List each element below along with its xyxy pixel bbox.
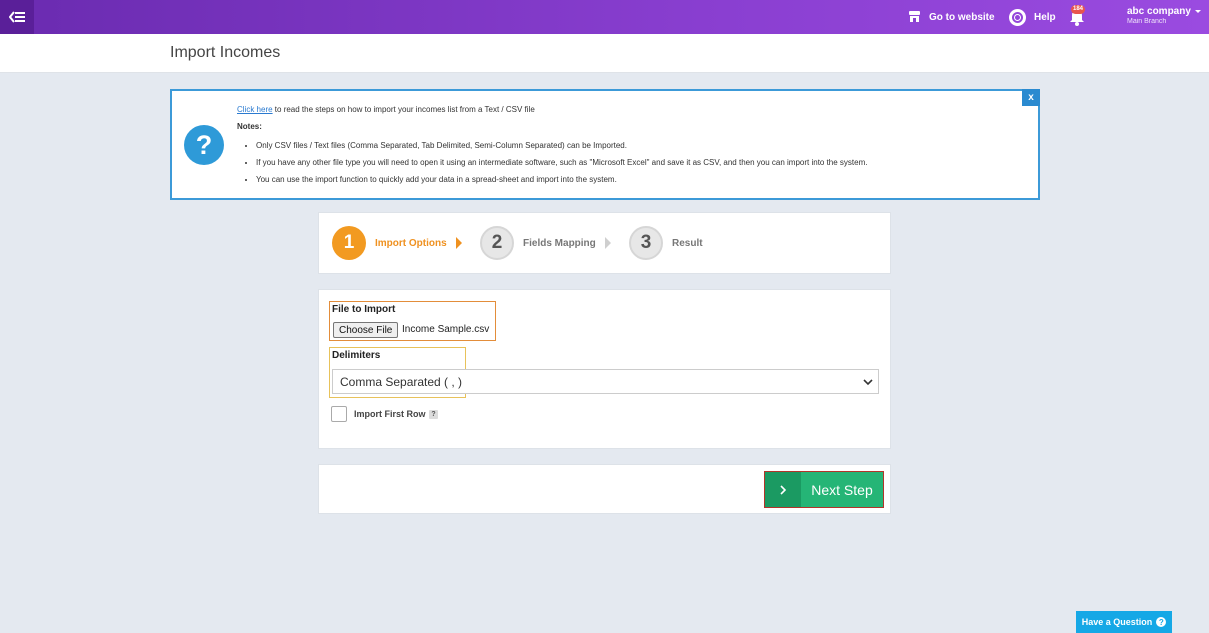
- close-info-button[interactable]: x: [1022, 89, 1040, 106]
- next-step-label: Next Step: [811, 481, 873, 498]
- step-fields-mapping: 2 Fields Mapping: [480, 226, 611, 260]
- delimiters-select[interactable]: Comma Separated ( , ): [332, 369, 879, 394]
- notes-label: Notes:: [237, 122, 262, 131]
- chevron-down-icon: [863, 379, 873, 386]
- click-here-link[interactable]: Click here: [237, 105, 273, 114]
- step-arrow-icon: [604, 237, 611, 249]
- file-to-import-group: File to Import Choose File Income Sample…: [329, 301, 496, 341]
- note-item: If you have any other file type you will…: [256, 157, 868, 168]
- have-a-question-label: Have a Question: [1081, 617, 1153, 627]
- help-label: Help: [1034, 11, 1056, 23]
- store-icon: [909, 11, 920, 22]
- step-label: Import Options: [375, 237, 447, 249]
- step-label: Fields Mapping: [523, 237, 596, 249]
- note-item: You can use the import function to quick…: [256, 174, 868, 185]
- menu-toggle-button[interactable]: [0, 0, 34, 34]
- help-tooltip-icon[interactable]: ?: [429, 410, 438, 419]
- import-first-row-label: Import First Row: [354, 409, 426, 419]
- actions-bar: Next Step: [318, 464, 891, 514]
- user-menu[interactable]: abc company Main Branch: [1127, 6, 1202, 25]
- file-to-import-label: File to Import: [332, 304, 396, 315]
- import-first-row-checkbox[interactable]: [331, 406, 347, 422]
- step-label: Result: [672, 237, 703, 249]
- info-intro-text: to read the steps on how to import your …: [272, 105, 535, 114]
- import-info-box: x ? Click here to read the steps on how …: [170, 89, 1040, 200]
- top-bar: Go to website Help 184 abc company Main …: [0, 0, 1209, 34]
- info-text: Click here to read the steps on how to i…: [237, 104, 868, 191]
- go-to-website-label: Go to website: [929, 11, 995, 23]
- page-header: Import Incomes: [0, 34, 1209, 73]
- have-a-question-button[interactable]: Have a Question ?: [1076, 611, 1172, 633]
- step-number: 2: [480, 226, 514, 260]
- note-item: Only CSV files / Text files (Comma Separ…: [256, 140, 868, 151]
- choose-file-button[interactable]: Choose File: [333, 322, 399, 338]
- go-to-website-link[interactable]: Go to website: [908, 0, 995, 34]
- question-circle-icon: ?: [1156, 617, 1167, 627]
- lifebuoy-icon: [1009, 8, 1026, 26]
- branch-name: Main Branch: [1127, 18, 1167, 25]
- info-intro: Click here to read the steps on how to i…: [237, 104, 868, 115]
- menu-collapse-icon: [9, 11, 25, 23]
- company-name-label: abc company: [1127, 6, 1191, 17]
- chevron-right-icon: [765, 472, 801, 507]
- selected-file-name: Income Sample.csv: [402, 324, 490, 335]
- step-number: 3: [629, 226, 663, 260]
- step-arrow-icon: [455, 237, 462, 249]
- import-options-form: File to Import Choose File Income Sample…: [318, 289, 891, 449]
- question-icon: ?: [184, 125, 224, 165]
- delimiters-selected-value: Comma Separated ( , ): [340, 374, 463, 389]
- help-link[interactable]: Help: [1009, 0, 1056, 34]
- company-name: abc company: [1127, 6, 1202, 17]
- caret-down-icon: [1194, 9, 1201, 13]
- notification-badge: 184: [1071, 5, 1086, 14]
- step-result: 3 Result: [629, 226, 703, 260]
- notes-list: Only CSV files / Text files (Comma Separ…: [237, 140, 868, 185]
- step-import-options: 1 Import Options: [332, 226, 462, 260]
- wizard-steps: 1 Import Options 2 Fields Mapping 3 Resu…: [318, 212, 891, 274]
- next-step-button[interactable]: Next Step: [764, 471, 884, 508]
- page-title: Import Incomes: [170, 44, 281, 61]
- delimiters-label: Delimiters: [332, 350, 381, 361]
- step-number: 1: [332, 226, 366, 260]
